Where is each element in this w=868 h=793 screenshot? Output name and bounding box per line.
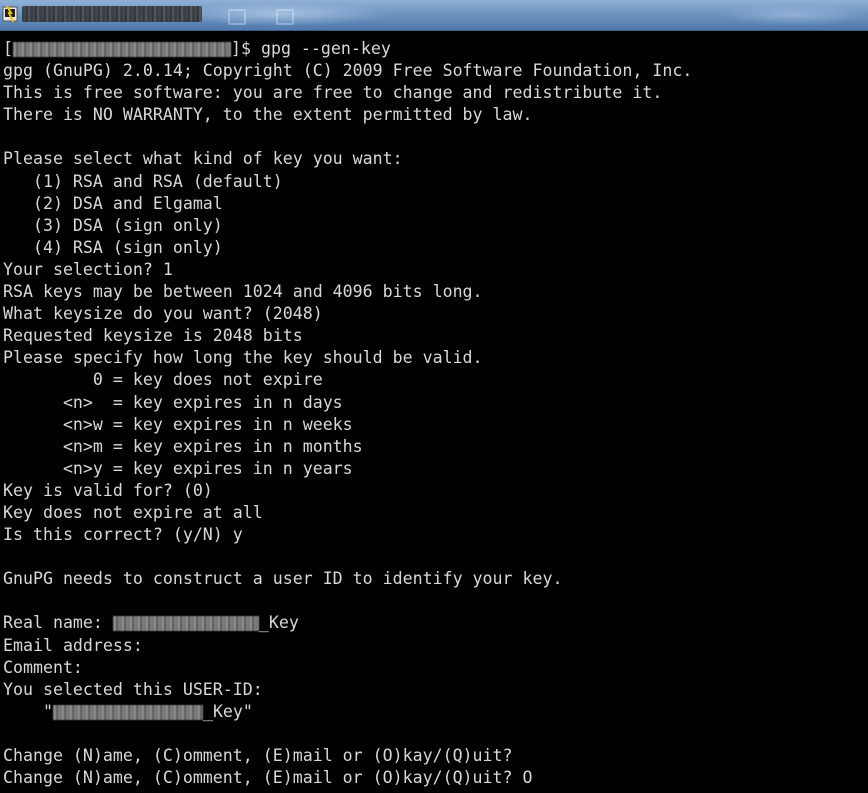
output-line: Change (N)ame, (C)omment, (E)mail or (O)… (3, 768, 533, 788)
output-lines-after-name: Email address: Comment: You selected this … (3, 635, 868, 701)
output-line: 0 = key does not expire (3, 370, 323, 390)
redacted-host (13, 42, 231, 57)
output-lines-final: Change (N)ame, (C)omment, (E)mail or (O)… (3, 723, 868, 789)
output-line: Comment: (3, 657, 83, 677)
output-line: GnuPG needs to construct a user ID to id… (3, 569, 563, 589)
user-id-line: " _Key" (3, 701, 868, 723)
output-line: <n> = key expires in n days (3, 392, 343, 412)
output-line: gpg (GnuPG) 2.0.14; Copyright (C) 2009 F… (3, 61, 693, 81)
output-lines: gpg (GnuPG) 2.0.14; Copyright (C) 2009 F… (3, 60, 868, 612)
background-window-control (276, 9, 294, 25)
output-line: Please select what kind of key you want: (3, 149, 403, 169)
real-name-line: Real name: _Key (3, 612, 868, 634)
output-line: Requested keysize is 2048 bits (3, 326, 303, 346)
background-window-control (228, 9, 246, 25)
output-line: <n>w = key expires in n weeks (3, 414, 353, 434)
user-id-prefix: " (3, 701, 53, 721)
redacted-user-id (52, 704, 203, 720)
output-line: (3) DSA (sign only) (3, 215, 223, 235)
output-line: <n>y = key expires in n years (3, 458, 353, 478)
output-line: There is NO WARRANTY, to the extent perm… (3, 105, 533, 125)
terminal-output[interactable]: []$ gpg --gen-key gpg (GnuPG) 2.0.14; Cop… (0, 31, 868, 793)
output-line: Key is valid for? (0) (3, 480, 213, 500)
user-id-suffix: _Key" (202, 701, 253, 721)
prompt-line: []$ gpg --gen-key (3, 39, 391, 58)
output-line: Email address: (3, 635, 143, 655)
real-name-suffix: _Key (258, 613, 299, 633)
output-line: Key does not expire at all (3, 502, 263, 522)
output-line: You selected this USER-ID: (3, 679, 263, 699)
terminal-app-icon[interactable] (2, 4, 20, 24)
output-line: (4) RSA (sign only) (3, 237, 223, 257)
prompt-command: ]$ gpg --gen-key (231, 39, 391, 58)
output-line: Your selection? 1 (3, 259, 173, 279)
output-line: Change (N)ame, (C)omment, (E)mail or (O)… (3, 746, 513, 765)
output-line: What keysize do you want? (2048) (3, 304, 323, 324)
terminal-window: []$ gpg --gen-key gpg (GnuPG) 2.0.14; Cop… (0, 0, 868, 793)
window-title-redacted (22, 6, 202, 22)
output-line: (1) RSA and RSA (default) (3, 171, 283, 191)
title-bar[interactable] (0, 0, 868, 31)
output-line: RSA keys may be between 1024 and 4096 bi… (3, 282, 483, 302)
title-bar-glow-right (720, 4, 868, 26)
output-line: Is this correct? (y/N) y (3, 525, 243, 545)
terminal-text: []$ gpg --gen-key gpg (GnuPG) 2.0.14; Cop… (0, 31, 868, 789)
real-name-label: Real name: (3, 613, 113, 633)
output-line: (2) DSA and Elgamal (3, 193, 223, 213)
redacted-real-name (112, 616, 259, 632)
output-line: Please specify how long the key should b… (3, 348, 483, 368)
output-line: <n>m = key expires in n months (3, 436, 363, 456)
output-line: This is free software: you are free to c… (3, 83, 663, 103)
